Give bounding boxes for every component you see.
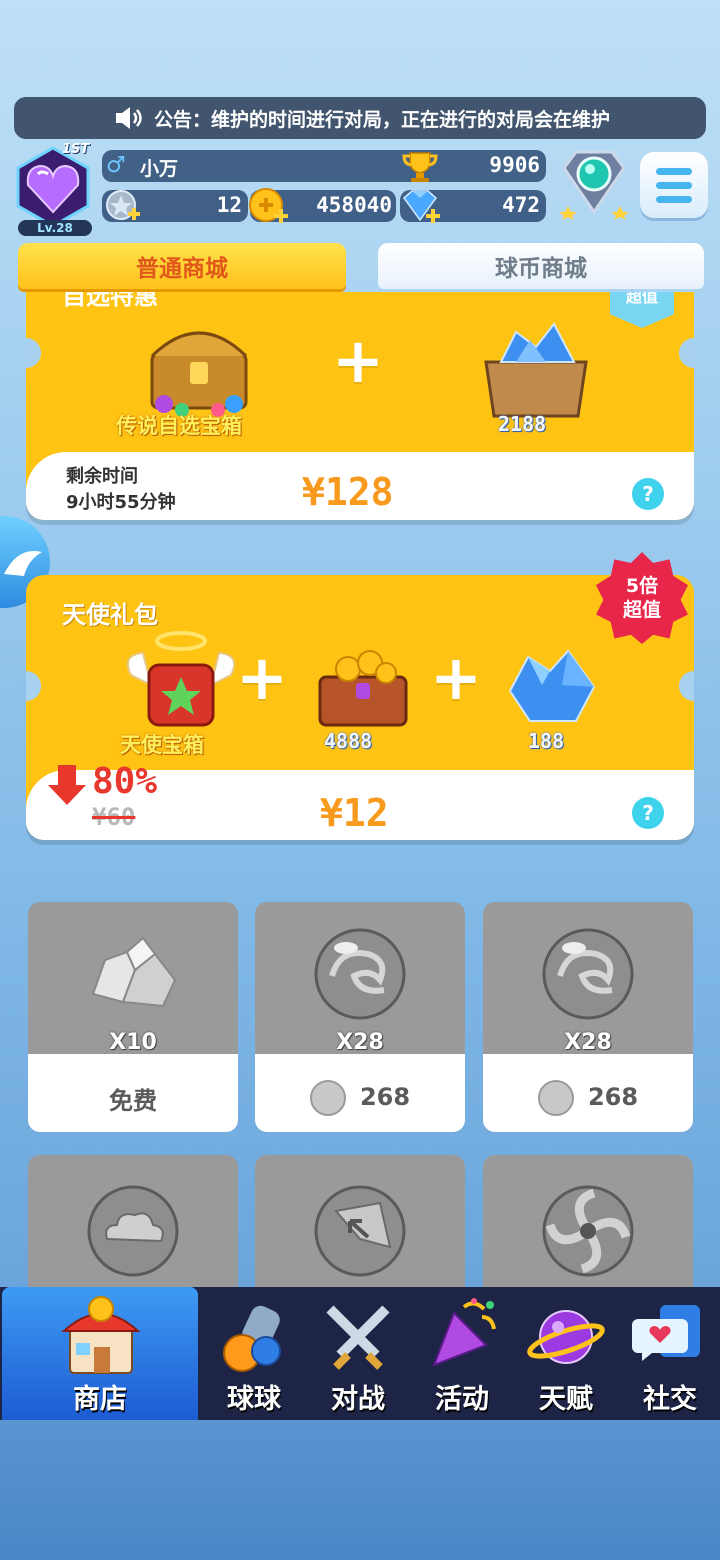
plus-icon: + [430,641,482,714]
gender-male-icon: ♂ [106,153,126,178]
swirl-ball-icon [314,928,406,1020]
legend-chest-icon [150,331,248,417]
tab-normal-shop[interactable]: 普通商城 [18,243,346,289]
player-level: Lv.28 [18,220,92,236]
offer1-price[interactable]: ¥128 [302,470,394,514]
rank-emblem-icon[interactable] [556,148,632,220]
ticket-notch [679,338,694,368]
arrow-ball-icon [314,1185,406,1277]
ball-coin-icon [309,1080,346,1116]
nav-item-battle[interactable]: 对战 [306,1287,410,1420]
gem-crate-icon [484,322,588,418]
shop-item[interactable]: X28 268 [483,902,693,1132]
original-price: ¥60 [92,803,136,831]
nav-item-social[interactable]: 社交 [618,1287,720,1420]
swirl-ball-icon [542,928,634,1020]
announcement-text: 公告：维护的时间进行对局，正在进行的对局会在维护 [154,108,611,131]
menu-button[interactable] [640,152,708,218]
crossed-swords-icon [326,1305,390,1370]
ticket-notch [26,338,41,368]
shop-item-qty: X28 [336,1030,384,1055]
shop-item-cost: 免费 [109,1087,157,1115]
offer1-item1-label: 传说自选宝箱 [116,414,242,438]
balls-icon [223,1305,281,1372]
trophy-count: 9906 [489,153,540,177]
offer1-corner-tag: 超值 [610,292,674,328]
shop-item[interactable]: X10 免费 [28,902,238,1132]
value-badge-text: 5倍 超值 [596,574,688,622]
speaker-icon [116,107,142,129]
offer2-item1-label: 天使宝箱 [120,733,204,757]
offer2-item2-count: 4888 [324,729,373,753]
coin-icon [249,188,288,223]
shop-item-cost-value: 268 [587,1083,639,1111]
vortex-ball-icon [542,1185,634,1277]
nav-label: 球球 [227,1384,281,1415]
chat-heart-icon [632,1305,700,1361]
plus-icon: + [236,641,288,714]
announcement-bar[interactable]: 公告：维护的时间进行对局，正在进行的对局会在维护 [14,97,706,139]
nav-label: 对战 [331,1384,385,1415]
shop-item-cost-value: 268 [359,1083,411,1111]
timer-label: 剩余时间 [66,466,138,487]
gem-pile-icon [508,649,596,722]
timer-value: 9小时55分钟 [66,492,176,513]
shop-item[interactable]: X28 268 [255,902,465,1132]
value-badge-line2: 超值 [622,599,661,621]
nav-item-events[interactable]: 活动 [410,1287,514,1420]
shop-item-cost: 268 [255,1080,465,1116]
party-popper-icon [432,1298,496,1367]
nav-item-balls[interactable]: 球球 [202,1287,306,1420]
cloud-ball-icon [87,1185,179,1277]
coin-count: 458040 [316,193,392,217]
diamond-icon [402,190,440,223]
star-currency-icon [106,190,140,220]
nav-label: 商店 [73,1384,127,1415]
ball-coin-icon [537,1080,574,1116]
offer1-help-button[interactable]: ? [632,478,664,510]
star-count: 12 [216,193,242,217]
nav-label: 社交 [643,1384,697,1415]
bottom-spacer [0,1420,720,1560]
shop-item-cost: 268 [483,1080,693,1116]
value-badge-line1: 5倍 [625,575,659,597]
offer-card-selected-deal[interactable]: 自选特惠 超值 传说自选宝箱 + 2188 剩余时间 9小时55分钟 ¥128 … [26,292,694,520]
angel-chest-icon [127,631,235,727]
bottom-nav: 商店 球球 对战 活动 天赋 社交 [0,1287,720,1420]
shop-icon [61,1296,141,1374]
player-name: 小万 [140,158,179,180]
planet-icon [527,1310,605,1364]
crystal-rock-icon [91,936,177,1008]
nav-item-talent[interactable]: 天赋 [514,1287,618,1420]
shop-item-qty: X28 [564,1030,612,1055]
ticket-notch [26,671,41,701]
offer2-price[interactable]: ¥12 [320,791,389,835]
offer2-item3-count: 188 [528,729,565,753]
offer2-help-button[interactable]: ? [632,797,664,829]
rank-badge: 1ST [62,142,90,157]
discount-percent: 80% [92,761,158,802]
nav-label: 天赋 [539,1384,593,1415]
offer-card-angel-pack[interactable]: 天使礼包 天使宝箱 + 4888 + 188 80% ¥60 ¥12 ? [26,575,694,840]
trophy-icon [402,152,438,182]
tab-ballcoin-shop[interactable]: 球币商城 [378,243,704,289]
down-arrow-icon [48,765,86,805]
nav-item-shop[interactable]: 商店 [2,1287,198,1420]
ticket-notch [679,671,694,701]
plus-icon: + [332,324,384,397]
shop-item-qty: X10 [109,1030,157,1055]
nav-label: 活动 [435,1384,489,1415]
gem-count: 472 [502,193,540,217]
coin-chest-icon [318,650,408,727]
offer1-item2-count: 2188 [498,412,547,436]
